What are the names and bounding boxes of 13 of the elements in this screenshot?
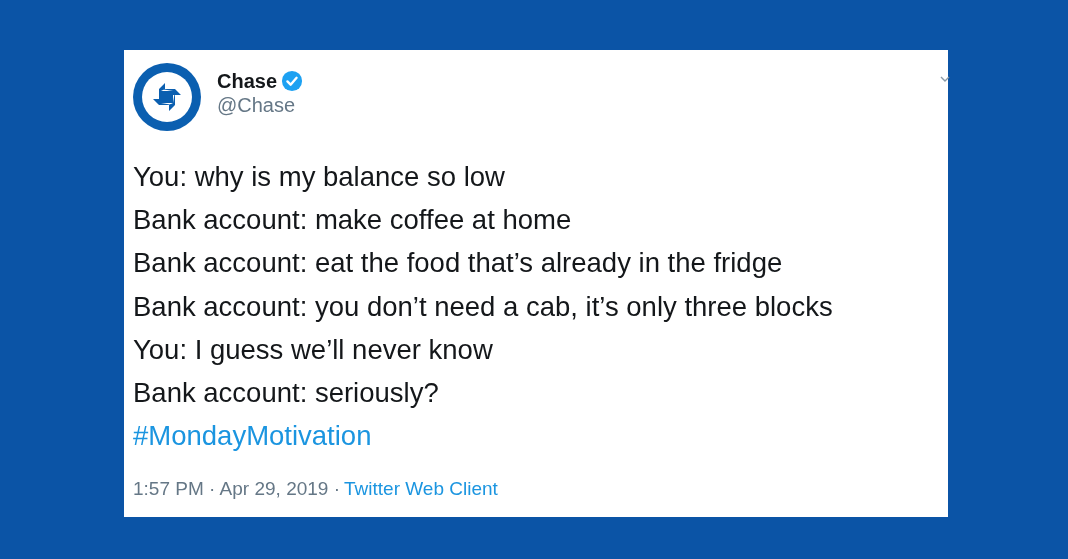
- tweet-text-line: Bank account: make coffee at home: [133, 203, 572, 238]
- tweet-text-line: Bank account: seriously?: [133, 376, 439, 410]
- author-handle[interactable]: @Chase: [217, 93, 304, 117]
- tweet-text-line: You: why is my balance so low: [133, 160, 505, 194]
- tweet-text-line: Bank account: you don’t need a cab, it’s only three blocks: [133, 289, 833, 324]
- tweet-text-line: Bank account: eat the food that’s already in the fridge: [133, 246, 783, 281]
- hashtag-link[interactable]: #MondayMotivation: [133, 414, 372, 458]
- tweet-text-line: You: I guess we’ll never know: [133, 332, 493, 367]
- source-link[interactable]: Twitter Web Client: [344, 475, 498, 504]
- chevron-down-icon[interactable]: [940, 74, 950, 84]
- timestamp: 1:57 PM · Apr 29, 2019 ·: [133, 477, 340, 502]
- author-name[interactable]: Chase: [217, 69, 278, 93]
- avatar-logo-icon[interactable]: [133, 63, 201, 131]
